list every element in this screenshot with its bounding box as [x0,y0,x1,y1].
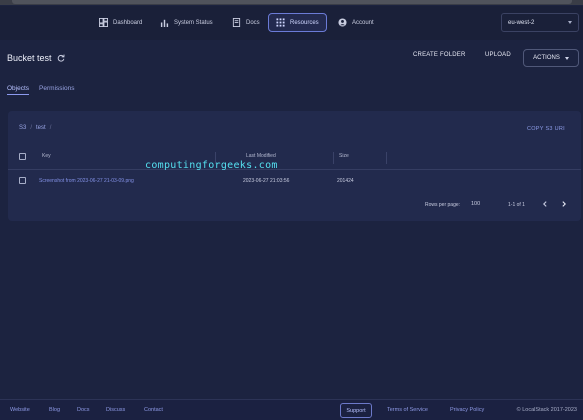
watermark-text: computingforgeeks.com [145,160,278,171]
object-last-modified: 2023-06-27 21:03:56 [243,178,290,184]
chevron-down-icon [564,56,569,60]
footer-blog-link[interactable]: Blog [49,407,60,413]
dashboard-icon [99,18,108,27]
nav-docs-label: Docs [246,19,260,26]
copy-s3-uri-button[interactable]: COPY S3 URI [527,126,565,132]
nav-dashboard[interactable]: Dashboard [92,13,149,32]
chevron-down-icon [568,21,572,24]
document-icon [232,18,241,27]
nav-account-label: Account [352,19,374,26]
column-separator [386,152,387,164]
browser-top-strip [0,0,583,5]
scroll-indicator [12,0,572,4]
footer-privacy-link[interactable]: Privacy Policy [450,407,484,413]
rows-per-page-label: Rows per page: [425,202,461,208]
tab-objects[interactable]: Objects [7,85,30,95]
breadcrumb-separator: / [30,125,33,131]
footer-docs-link[interactable]: Docs [77,407,90,413]
footer-discuss-link[interactable]: Discuss [106,407,125,413]
nav-docs[interactable]: Docs [225,13,267,32]
table-header: Key Last Modified Size [8,148,581,170]
nav-system-status[interactable]: System Status [153,13,220,32]
bucket-title: Bucket test [7,53,52,63]
chevron-right-icon[interactable] [560,200,568,208]
region-select[interactable]: eu-west-2 [501,13,579,32]
select-all-checkbox[interactable] [19,153,26,160]
nav-account[interactable]: Account [331,13,381,32]
breadcrumb-separator: / [49,125,52,131]
grid-icon [276,18,285,27]
rows-per-page-select[interactable]: 100 [471,201,480,207]
breadcrumb-test[interactable]: test [36,125,46,131]
create-folder-button[interactable]: CREATE FOLDER [413,52,466,58]
chevron-left-icon[interactable] [541,200,549,208]
footer-copyright: © LocalStack 2017-2023 [516,407,577,413]
nav-resources[interactable]: Resources [268,13,327,32]
row-checkbox[interactable] [19,177,26,184]
footer-contact-link[interactable]: Contact [144,407,163,413]
footer: Website Blog Docs Discuss Contact Suppor… [0,399,583,420]
footer-website-link[interactable]: Website [10,407,30,413]
col-key[interactable]: Key [42,153,51,159]
top-navbar: Dashboard System Status Docs Resources A… [0,6,583,40]
region-value: eu-west-2 [508,19,535,26]
object-key-link[interactable]: Screenshot from 2023-06-27 21-03-09.png [39,178,134,184]
col-last-modified[interactable]: Last Modified [246,153,276,159]
table-row[interactable]: Screenshot from 2023-06-27 21-03-09.png … [8,173,581,189]
breadcrumb-s3[interactable]: S3 [19,125,26,131]
object-size: 201424 [337,178,354,184]
footer-terms-link[interactable]: Terms of Service [387,407,428,413]
breadcrumb: S3 / test / [19,125,51,131]
page-title: Bucket test [7,53,65,63]
objects-panel: S3 / test / COPY S3 URI Key Last Modifie… [8,111,581,221]
col-size[interactable]: Size [339,153,349,159]
account-icon [338,18,347,27]
nav-resources-label: Resources [290,19,319,26]
upload-button[interactable]: UPLOAD [485,52,511,58]
tab-bar: Objects Permissions [7,85,74,95]
actions-button[interactable]: ACTIONS [523,49,579,67]
column-separator [333,152,334,164]
support-button[interactable]: Support [340,403,372,418]
nav-system-status-label: System Status [174,19,213,26]
tab-permissions[interactable]: Permissions [39,85,74,95]
pagination-range: 1-1 of 1 [508,202,525,208]
nav-dashboard-label: Dashboard [113,19,143,26]
refresh-icon[interactable] [57,54,65,62]
bar-chart-icon [160,19,169,27]
actions-label: ACTIONS [533,55,560,61]
